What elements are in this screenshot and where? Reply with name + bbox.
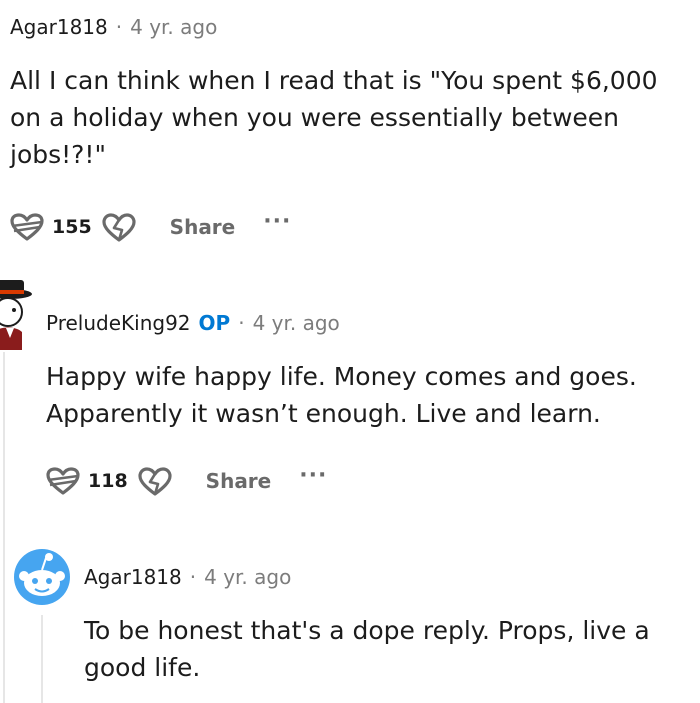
comment-actions: 118 Share ··· [46, 461, 327, 501]
op-badge: OP [198, 311, 231, 335]
comment-meta: Agar1818 · 4 yr. ago [84, 565, 291, 589]
vote-count: 118 [88, 470, 128, 492]
more-options-button[interactable]: ··· [299, 463, 327, 488]
downvote-heart-icon[interactable] [138, 465, 172, 497]
thread-line-level-2[interactable] [41, 615, 43, 703]
avatar[interactable] [12, 547, 72, 607]
username[interactable]: Agar1818 [84, 565, 182, 589]
share-button[interactable]: Share [170, 215, 236, 239]
vote-count: 155 [52, 216, 92, 238]
username[interactable]: PreludeKing92 [46, 311, 191, 335]
meta-separator: · [189, 565, 197, 589]
more-options-button[interactable]: ··· [263, 209, 291, 234]
share-button[interactable]: Share [206, 469, 272, 493]
upvote-heart-icon[interactable] [10, 213, 44, 241]
comment-body: To be honest that's a dope reply. Props,… [84, 616, 650, 682]
username[interactable]: Agar1818 [10, 15, 108, 39]
comment-meta: PreludeKing92 OP · 4 yr. ago [46, 311, 340, 335]
comment-actions: 155 Share ··· [10, 207, 291, 247]
meta-separator: · [115, 15, 123, 39]
comment-body: All I can think when I read that is "You… [10, 66, 658, 169]
thread-line-level-1[interactable] [3, 352, 5, 703]
timestamp[interactable]: 4 yr. ago [204, 565, 291, 589]
upvote-heart-icon[interactable] [46, 467, 80, 495]
downvote-heart-icon[interactable] [102, 211, 136, 243]
comment-body: Happy wife happy life. Money comes and g… [46, 362, 637, 428]
meta-separator: · [238, 311, 245, 335]
timestamp[interactable]: 4 yr. ago [253, 311, 340, 335]
timestamp[interactable]: 4 yr. ago [130, 15, 217, 39]
avatar[interactable] [0, 278, 32, 350]
comment-meta: Agar1818 · 4 yr. ago [10, 15, 217, 39]
